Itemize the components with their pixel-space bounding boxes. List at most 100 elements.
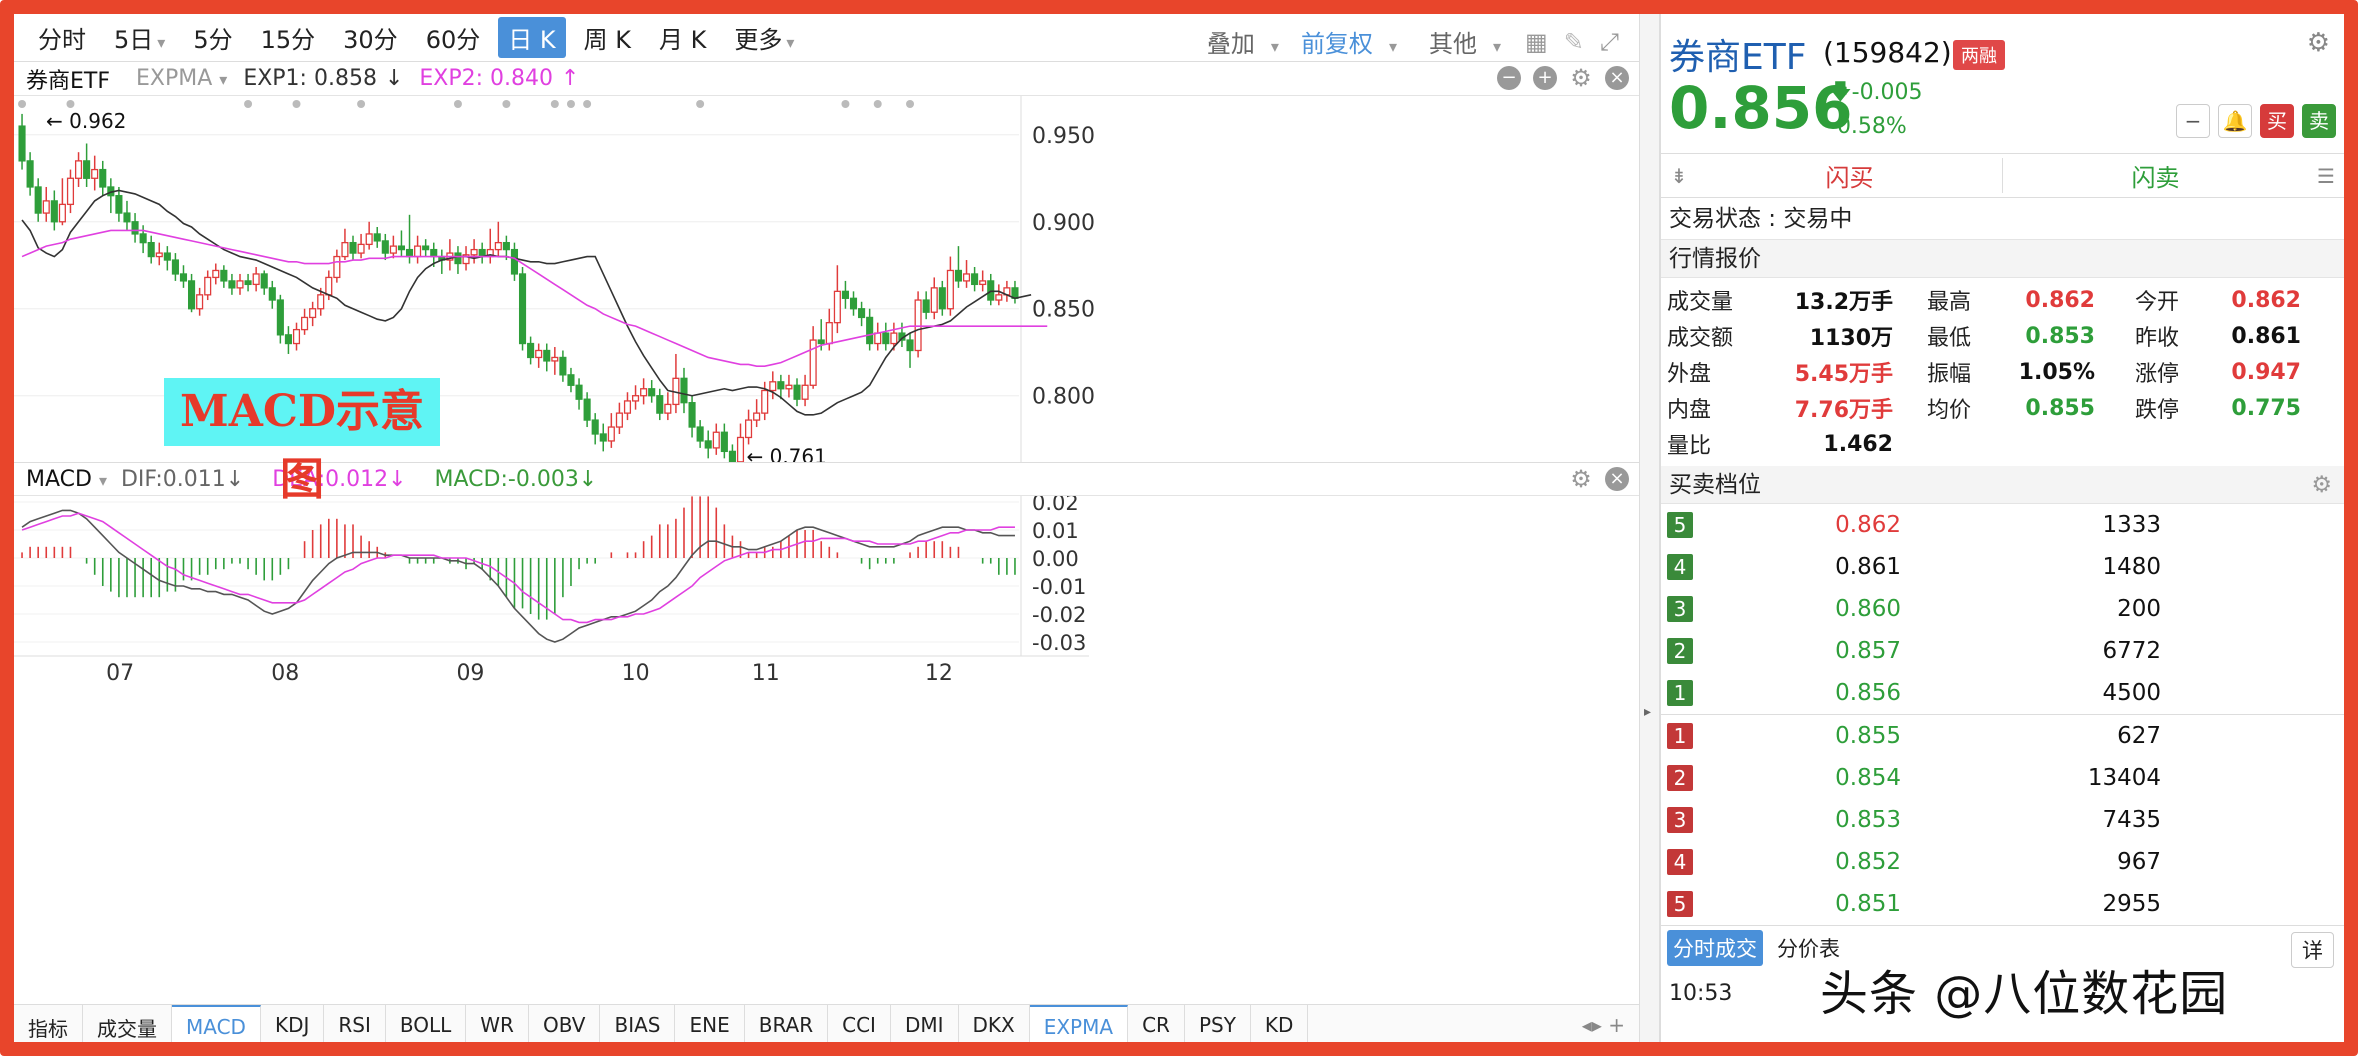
x-tick-label: 10 [622,661,650,686]
candle [26,160,34,188]
indicator-tab[interactable]: RSI [324,1005,386,1042]
candle [995,294,1003,301]
indicator-tab[interactable]: DMI [891,1005,959,1042]
zoom-in-icon[interactable]: + [1533,66,1557,90]
candle [922,299,930,313]
period-tab[interactable]: 更多 ▾ [724,17,804,58]
period-tab[interactable]: 15分 [251,17,326,58]
y-tick-label: -0.02 [1032,603,1086,627]
bid-row[interactable]: 1 0.855 627 [1661,715,2344,757]
candle [591,419,599,435]
close-icon[interactable]: × [1605,467,1629,491]
macd-chart[interactable]: 0.02 0.01 0.00 -0.01 -0.02 -0.03 07 08 09 10 11 12 [14,496,1639,686]
ask-row[interactable]: 4 0.861 1480 [1661,546,2344,588]
event-marker[interactable] [906,100,915,108]
indicator-tab[interactable]: MACD [172,1005,261,1042]
ask-row[interactable]: 3 0.860 200 [1661,588,2344,630]
candle [147,241,155,258]
period-tab[interactable]: 分时 [28,17,96,58]
candle [745,419,753,439]
event-marker[interactable] [453,100,462,108]
detail-button[interactable]: 详 [2291,932,2334,968]
period-tab[interactable]: 60分 [416,17,491,58]
panel-splitter[interactable]: ▸ [1639,14,1660,1042]
minus-icon[interactable]: − [2176,104,2210,138]
bid-row[interactable]: 5 0.851 2955 [1661,883,2344,925]
event-marker[interactable] [550,100,559,108]
gear-icon[interactable]: ⚙ [1569,467,1593,491]
overlay-dropdown[interactable]: 叠加 ▾ [1191,24,1279,59]
period-tab[interactable]: 周 K [574,17,641,58]
tab-minute-trades[interactable]: 分时成交 [1667,929,1763,966]
period-tab[interactable]: 日 K [498,17,566,58]
level-price: 0.861 [1835,554,1901,580]
indicator-tab[interactable]: DKX [959,1005,1030,1042]
zoom-out-icon[interactable]: − [1497,66,1521,90]
other-dropdown[interactable]: 其他 ▾ [1413,24,1501,59]
gear-icon[interactable]: ⚙ [1569,66,1593,90]
event-marker[interactable] [357,100,366,108]
gear-icon[interactable]: ⚙ [2307,28,2330,58]
macd-type-dropdown[interactable]: MACD ▾ [26,467,107,492]
event-marker[interactable] [696,100,705,108]
menu-icon[interactable]: ☰ [2308,164,2344,188]
indicator-tab[interactable]: WR [466,1005,529,1042]
level-price: 0.852 [1835,849,1901,875]
event-marker[interactable] [244,100,253,108]
level-badge: 3 [1667,596,1693,622]
grid-icon[interactable]: ▦ [1525,28,1548,56]
indicator-tab[interactable]: KDJ [261,1005,325,1042]
ask-row[interactable]: 5 0.862 1333 [1661,504,2344,546]
flash-sell-button[interactable]: 闪卖 [2002,158,2308,193]
period-tab[interactable]: 5分 [183,17,242,58]
bell-icon[interactable]: 🔔 [2218,104,2252,138]
indicator-tab[interactable]: PSY [1185,1005,1251,1042]
candle [325,276,333,296]
pen-icon[interactable]: ✎ [1564,28,1584,56]
candle [809,339,817,386]
indicator-tab[interactable]: 成交量 [83,1005,172,1042]
event-marker[interactable] [841,100,850,108]
period-tab-label: 周 K [583,26,631,54]
indicator-tab[interactable]: EXPMA [1029,1005,1129,1042]
event-marker[interactable] [566,100,575,108]
bid-row[interactable]: 4 0.852 967 [1661,841,2344,883]
indicator-tab[interactable]: OBV [529,1005,601,1042]
period-tab[interactable]: 30分 [333,17,408,58]
candle [454,252,462,265]
indicator-type-dropdown[interactable]: EXPMA ▾ [136,66,227,91]
event-marker[interactable] [583,100,592,108]
ask-row[interactable]: 1 0.856 4500 [1661,672,2344,714]
indicator-tab[interactable]: BOLL [386,1005,467,1042]
indicator-tab[interactable]: CCI [828,1005,891,1042]
event-marker[interactable] [292,100,301,108]
period-tab[interactable]: 月 K [649,17,716,58]
indicator-tab[interactable]: BRAR [745,1005,829,1042]
flash-buy-button[interactable]: 闪买 [1697,158,2002,193]
period-tab[interactable]: 5日 ▾ [104,17,175,58]
close-icon[interactable]: × [1605,66,1629,90]
indicator-tab[interactable]: KD [1251,1005,1309,1042]
quote-row: 成交量 13.2万手 最高 0.862 今开 0.862 [1667,282,2338,318]
gear-icon[interactable]: ⚙ [2311,466,2332,504]
indicator-tab[interactable]: CR [1128,1005,1185,1042]
indicator-tab[interactable]: ENE [675,1005,745,1042]
event-marker[interactable] [66,100,75,108]
buy-button[interactable]: 买 [2260,104,2294,138]
bid-row[interactable]: 2 0.854 13404 [1661,757,2344,799]
tab-scroll-arrows[interactable]: ◂▸ + [1568,1005,1639,1042]
indicator-tab[interactable]: BIAS [600,1005,676,1042]
candle [704,440,712,449]
ask-row[interactable]: 2 0.857 6772 [1661,630,2344,672]
chevron-down-icon: ▾ [1388,37,1397,56]
indicator-tab[interactable]: 指标 [14,1005,83,1042]
adjust-dropdown[interactable]: 前复权 ▾ [1285,24,1397,59]
bid-row[interactable]: 3 0.853 7435 [1661,799,2344,841]
event-marker[interactable] [18,100,27,108]
collapse-icon[interactable]: ⇟ [1661,164,1697,188]
event-marker[interactable] [873,100,882,108]
sell-button[interactable]: 卖 [2302,104,2336,138]
event-marker[interactable] [502,100,511,108]
candle [680,377,688,404]
fullscreen-icon[interactable]: ⤢ [1600,28,1619,56]
